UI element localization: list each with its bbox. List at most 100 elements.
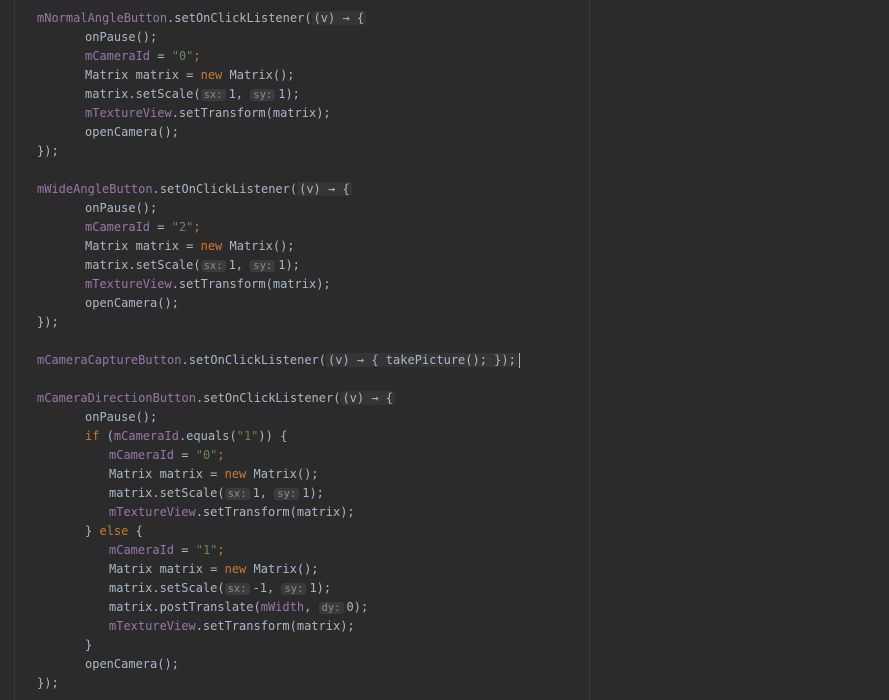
lambda-collapsed: (v) → { takePicture(); }); bbox=[326, 353, 518, 367]
param-hint-sx: sx: bbox=[200, 260, 226, 272]
close-brace: } bbox=[85, 638, 93, 652]
method-call: .setOnClickListener( bbox=[195, 391, 341, 405]
on-pause-call: onPause(); bbox=[85, 30, 158, 44]
code-line[interactable]: }); bbox=[0, 674, 889, 693]
param-hint-sy: sy: bbox=[281, 583, 307, 595]
field-camera-capture-button: mCameraCaptureButton bbox=[37, 353, 182, 367]
scale-arg: 1); bbox=[278, 87, 300, 101]
set-scale-call: matrix.setScale( bbox=[85, 258, 201, 272]
param-hint-sy: sy: bbox=[250, 260, 276, 272]
code-line[interactable]: } else { bbox=[0, 522, 889, 541]
paren: )) { bbox=[258, 429, 288, 443]
field-texture-view: mTextureView bbox=[109, 619, 196, 633]
string-literal: "2" bbox=[171, 220, 194, 234]
code-line[interactable]: mCameraCaptureButton.setOnClickListener(… bbox=[0, 351, 889, 370]
matrix-ctor: Matrix(); bbox=[222, 68, 295, 82]
code-line[interactable]: matrix.setScale(sx: 1, sy: 1); bbox=[0, 256, 889, 275]
scale-arg: 1); bbox=[302, 486, 324, 500]
param-hint-sx: sx: bbox=[200, 89, 226, 101]
new-keyword: new bbox=[224, 467, 247, 481]
string-literal: "0" bbox=[171, 49, 194, 63]
lambda-hint: (v) → { bbox=[297, 182, 352, 196]
code-line[interactable]: matrix.setScale(sx: 1, sy: 1); bbox=[0, 85, 889, 104]
field-camera-id: mCameraId bbox=[85, 220, 151, 234]
assign-op: = bbox=[150, 49, 172, 63]
code-line[interactable]: mCameraId = "0"; bbox=[0, 446, 889, 465]
code-line[interactable]: matrix.postTranslate(mWidth, dy: 0); bbox=[0, 598, 889, 617]
scale-arg: 1, bbox=[228, 87, 251, 101]
matrix-decl: Matrix matrix = bbox=[109, 467, 225, 481]
param-hint-sy: sy: bbox=[274, 488, 300, 500]
matrix-decl: Matrix matrix = bbox=[85, 239, 201, 253]
string-literal: "0" bbox=[195, 448, 218, 462]
code-line[interactable]: mWideAngleButton.setOnClickListener((v) … bbox=[0, 180, 889, 199]
method-call: .setOnClickListener( bbox=[152, 182, 298, 196]
paren: ( bbox=[99, 429, 114, 443]
scale-arg: 1); bbox=[278, 258, 300, 272]
set-scale-call: matrix.setScale( bbox=[109, 581, 225, 595]
code-line[interactable]: matrix.setScale(sx: -1, sy: 1); bbox=[0, 579, 889, 598]
field-width: mWidth bbox=[260, 600, 305, 614]
code-line[interactable]: Matrix matrix = new Matrix(); bbox=[0, 560, 889, 579]
code-line[interactable]: openCamera(); bbox=[0, 294, 889, 313]
code-line[interactable]: Matrix matrix = new Matrix(); bbox=[0, 465, 889, 484]
matrix-ctor: Matrix(); bbox=[222, 239, 295, 253]
string-literal: "1" bbox=[236, 429, 259, 443]
code-line[interactable]: Matrix matrix = new Matrix(); bbox=[0, 237, 889, 256]
code-line[interactable]: }); bbox=[0, 142, 889, 161]
post-translate-call: matrix.postTranslate( bbox=[109, 600, 261, 614]
code-line[interactable]: mTextureView.setTransform(matrix); bbox=[0, 617, 889, 636]
code-line[interactable]: if (mCameraId.equals("1")) { bbox=[0, 427, 889, 446]
code-line[interactable]: onPause(); bbox=[0, 199, 889, 218]
method-call: .setOnClickListener( bbox=[181, 353, 327, 367]
assign-op: = bbox=[174, 448, 196, 462]
code-line[interactable]: mCameraId = "0"; bbox=[0, 47, 889, 66]
assign-op: = bbox=[174, 543, 196, 557]
lambda-hint: (v) → { bbox=[311, 11, 367, 25]
code-line[interactable]: openCamera(); bbox=[0, 655, 889, 674]
open-camera-call: openCamera(); bbox=[85, 657, 179, 671]
semicolon: ; bbox=[193, 220, 201, 234]
param-hint-sx: sx: bbox=[224, 583, 250, 595]
scale-arg: 1, bbox=[252, 486, 275, 500]
code-line[interactable]: openCamera(); bbox=[0, 123, 889, 142]
scale-arg: -1, bbox=[252, 581, 282, 595]
code-line[interactable]: mTextureView.setTransform(matrix); bbox=[0, 275, 889, 294]
new-keyword: new bbox=[200, 68, 223, 82]
set-transform-call: .setTransform(matrix); bbox=[195, 619, 355, 633]
code-line[interactable]: mTextureView.setTransform(matrix); bbox=[0, 104, 889, 123]
new-keyword: new bbox=[200, 239, 223, 253]
code-line[interactable]: Matrix matrix = new Matrix(); bbox=[0, 66, 889, 85]
semicolon: ; bbox=[217, 543, 225, 557]
param-hint-sx: sx: bbox=[224, 488, 250, 500]
code-line[interactable]: } bbox=[0, 636, 889, 655]
set-transform-call: .setTransform(matrix); bbox=[171, 106, 331, 120]
field-camera-id: mCameraId bbox=[113, 429, 179, 443]
if-keyword: if bbox=[85, 429, 100, 443]
code-line[interactable]: onPause(); bbox=[0, 28, 889, 47]
field-camera-id: mCameraId bbox=[85, 49, 151, 63]
scale-arg: 1); bbox=[309, 581, 332, 595]
code-line[interactable]: }); bbox=[0, 313, 889, 332]
open-brace: { bbox=[128, 524, 143, 538]
comma: , bbox=[304, 600, 319, 614]
code-line[interactable]: mCameraDirectionButton.setOnClickListene… bbox=[0, 389, 889, 408]
matrix-decl: Matrix matrix = bbox=[85, 68, 201, 82]
code-line[interactable]: mCameraId = "2"; bbox=[0, 218, 889, 237]
on-pause-call: onPause(); bbox=[85, 410, 158, 424]
code-editor[interactable]: mNormalAngleButton.setOnClickListener((v… bbox=[0, 0, 889, 700]
else-keyword: else bbox=[99, 524, 129, 538]
code-line[interactable]: onPause(); bbox=[0, 408, 889, 427]
code-line[interactable]: matrix.setScale(sx: 1, sy: 1); bbox=[0, 484, 889, 503]
code-line[interactable]: mNormalAngleButton.setOnClickListener((v… bbox=[0, 9, 889, 28]
code-line[interactable]: mCameraId = "1"; bbox=[0, 541, 889, 560]
param-hint-sy: sy: bbox=[250, 89, 276, 101]
matrix-ctor: Matrix(); bbox=[246, 562, 319, 576]
param-hint-dy: dy: bbox=[318, 602, 344, 614]
method-call: .setOnClickListener( bbox=[167, 11, 312, 25]
open-camera-call: openCamera(); bbox=[85, 125, 179, 139]
code-line[interactable]: mTextureView.setTransform(matrix); bbox=[0, 503, 889, 522]
string-literal: "1" bbox=[195, 543, 218, 557]
equals-call: .equals( bbox=[178, 429, 237, 443]
field-texture-view: mTextureView bbox=[85, 106, 172, 120]
